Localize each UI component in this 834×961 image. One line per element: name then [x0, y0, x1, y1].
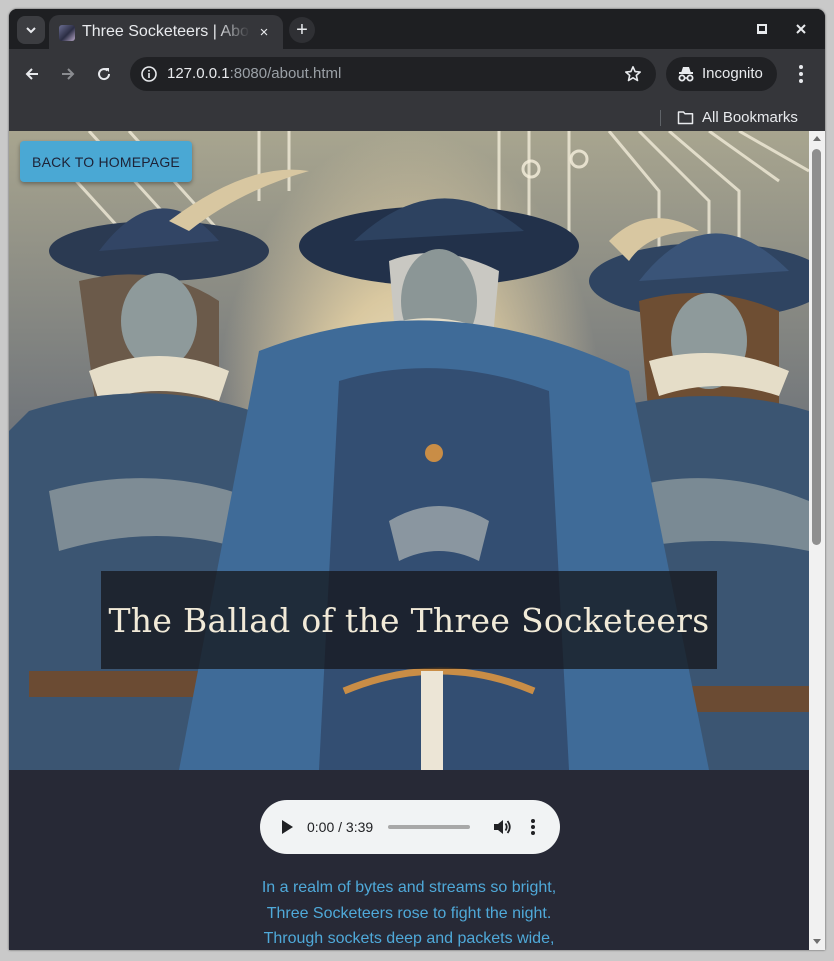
forward-nav-button[interactable] — [57, 63, 79, 85]
tab-title: Three Socketeers | About — [82, 23, 250, 40]
incognito-label: Incognito — [702, 65, 763, 82]
kebab-menu-icon[interactable] — [791, 63, 811, 85]
tab-search-button[interactable] — [17, 16, 45, 44]
site-favicon — [59, 25, 75, 41]
window-close-button[interactable] — [791, 19, 811, 39]
lyrics: In a realm of bytes and streams so brigh… — [9, 875, 809, 950]
reload-button[interactable] — [93, 63, 115, 85]
back-nav-button[interactable] — [21, 63, 43, 85]
volume-icon[interactable] — [492, 817, 512, 837]
arrow-left-icon — [25, 68, 38, 80]
scroll-down-arrow[interactable] — [813, 939, 821, 944]
back-to-homepage-button[interactable]: Back to Homepage — [20, 141, 192, 182]
audio-time: 0:00 / 3:39 — [307, 819, 374, 835]
all-bookmarks-link[interactable]: All Bookmarks — [702, 109, 798, 127]
bookmarks-separator — [660, 110, 661, 126]
scrollbar-thumb[interactable] — [812, 149, 821, 545]
url-host: 127.0.0.1 — [167, 65, 230, 82]
arrow-right-icon — [62, 68, 75, 80]
url-path: :8080/about.html — [229, 65, 342, 82]
reload-icon — [98, 68, 111, 81]
close-icon: × — [259, 23, 269, 41]
lyric-line: Through sockets deep and packets wide, — [263, 930, 555, 947]
star-icon[interactable] — [624, 65, 642, 83]
browser-window: Three Socketeers | About × + 127.0.0.1:8… — [9, 9, 825, 950]
incognito-indicator[interactable]: Incognito — [666, 57, 777, 91]
chevron-down-icon — [26, 27, 36, 34]
hero-image: Back to Homepage The Ballad of the Three… — [9, 131, 809, 770]
bookmarks-bar: All Bookmarks — [9, 99, 825, 131]
title-banner: The Ballad of the Three Socketeers — [101, 571, 717, 669]
tab-close-button[interactable]: × — [255, 23, 273, 41]
info-icon[interactable] — [140, 65, 158, 83]
page-viewport: Back to Homepage The Ballad of the Three… — [9, 131, 809, 950]
audio-player[interactable]: 0:00 / 3:39 — [260, 800, 560, 854]
window-maximize-button[interactable] — [752, 19, 772, 39]
active-tab[interactable]: Three Socketeers | About × — [49, 15, 283, 49]
player-options-icon[interactable] — [528, 817, 538, 837]
audio-seek-bar[interactable] — [388, 825, 470, 829]
incognito-icon — [678, 67, 694, 82]
page-title: The Ballad of the Three Socketeers — [108, 600, 710, 640]
lyric-line: In a realm of bytes and streams so brigh… — [261, 879, 557, 896]
hero-illustration — [9, 131, 809, 770]
close-icon — [796, 24, 806, 34]
url-text[interactable]: 127.0.0.1:8080/about.html — [167, 65, 341, 83]
lyric-line: Three Socketeers rose to fight the night… — [266, 904, 552, 922]
tab-strip: Three Socketeers | About × + — [9, 9, 825, 49]
page-scrollbar[interactable] — [809, 131, 825, 950]
browser-toolbar: 127.0.0.1:8080/about.html Incognito — [9, 49, 825, 99]
plus-icon: + — [296, 18, 308, 41]
play-icon[interactable] — [280, 819, 294, 835]
new-tab-button[interactable]: + — [289, 17, 315, 43]
maximize-icon — [757, 24, 767, 34]
address-bar[interactable]: 127.0.0.1:8080/about.html — [130, 57, 656, 91]
scroll-up-arrow[interactable] — [813, 136, 821, 141]
folder-icon[interactable] — [677, 110, 694, 125]
